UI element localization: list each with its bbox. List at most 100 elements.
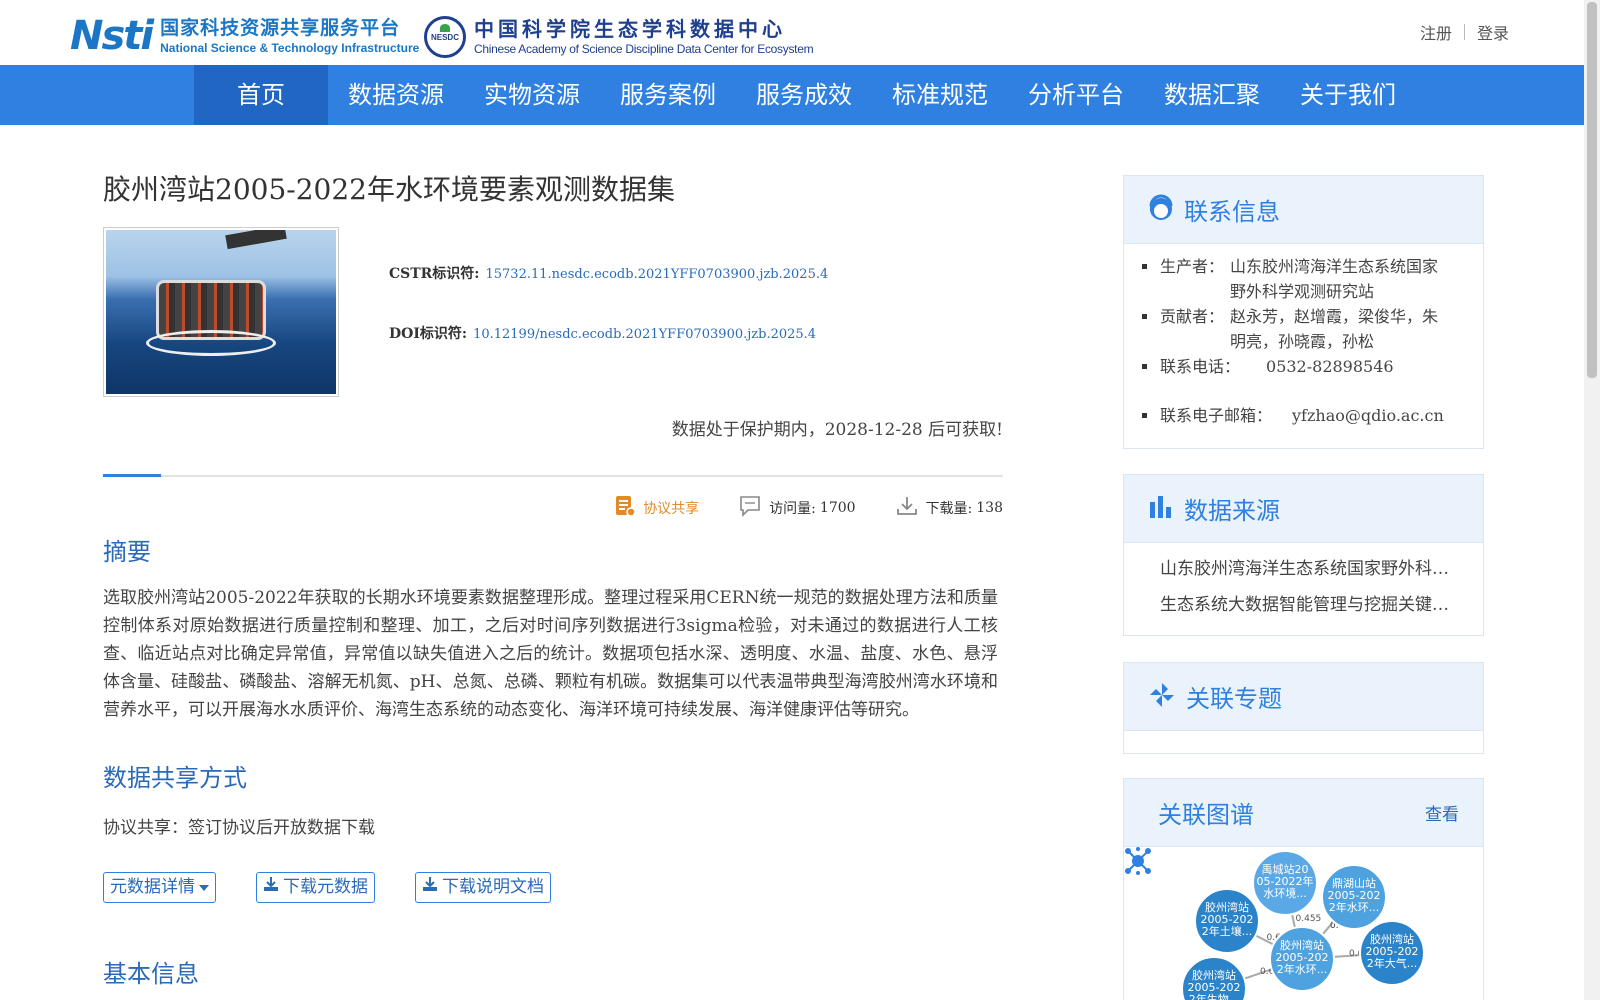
- contributor-value: 赵永芳，赵增霞，梁俊华，朱明亮，孙晓霞，孙松: [1230, 307, 1439, 351]
- source-card-title: 数据来源: [1184, 497, 1280, 525]
- nav-item[interactable]: 数据汇聚: [1144, 65, 1280, 125]
- graph-node-label: 05-2022年: [1257, 874, 1314, 888]
- email-value[interactable]: yfzhao@qdio.ac.cn: [1292, 403, 1444, 428]
- topic-card: 关联专题: [1123, 662, 1484, 754]
- sharing-text: 协议共享：签订协议后开放数据下载: [103, 818, 375, 838]
- main-content: 胶州湾站2005-2022年水环境要素观测数据集 CSTR标识符: 15732.…: [103, 170, 1003, 988]
- graph-node-label: 2年水环...: [1329, 900, 1380, 914]
- metadata-detail-button[interactable]: 元数据详情: [103, 872, 216, 903]
- producer-value: 山东胶州湾海洋生态系统国家野外科学观测研究站: [1230, 257, 1439, 301]
- contact-producer: 生产者： 山东胶州湾海洋生态系统国家野外科学观测研究站: [1142, 254, 1483, 304]
- nav-list: 首页 数据资源 实物资源 服务案例 服务成效 标准规范 分析平台 数据汇聚 关于我们: [194, 65, 1416, 125]
- contact-list: 生产者： 山东胶州湾海洋生态系统国家野外科学观测研究站 贡献者： 赵永芳，赵增霞…: [1124, 244, 1483, 428]
- contact-card-title: 联系信息: [1184, 198, 1280, 226]
- nav-item[interactable]: 实物资源: [464, 65, 600, 125]
- tab-active-indicator: [103, 474, 161, 477]
- graph-node-label: 胶州湾站: [1370, 932, 1414, 946]
- identifiers: CSTR标识符: 15732.11.nesdc.ecodb.2021YFF070…: [389, 263, 828, 383]
- doi-link[interactable]: 10.12199/nesdc.ecodb.2021YFF0703900.jzb.…: [473, 327, 816, 342]
- protection-notice: 数据处于保护期内，2028-12-28 后可获取!: [671, 420, 1003, 440]
- nesdc-logo-en: Chinese Academy of Science Discipline Da…: [474, 42, 814, 56]
- top-header: Nsti 国家科技资源共享服务平台 National Science & Tec…: [0, 0, 1584, 65]
- auth-links: 注册 登录: [1420, 20, 1509, 44]
- nsti-logo-cn: 国家科技资源共享服务平台: [160, 17, 401, 39]
- contact-card-header: 联系信息: [1124, 176, 1483, 244]
- tab-divider: [103, 474, 1003, 477]
- sharing-heading: 数据共享方式: [103, 764, 247, 792]
- stats-bar: 协议共享 访问量: 1700 下载量: 138: [103, 495, 1003, 521]
- download-count: 下载量: 138: [896, 495, 1003, 521]
- abstract-text: 选取胶州湾站2005-2022年获取的长期水环境要素数据整理形成。整理过程采用C…: [103, 588, 998, 720]
- nav-item[interactable]: 服务案例: [600, 65, 736, 125]
- graph-node-label: 2年土壤...: [1202, 924, 1253, 938]
- source-list: 山东胶州湾海洋生态系统国家野外科学观测研究站 生态系统大数据智能管理与挖掘关键技…: [1124, 543, 1483, 623]
- comment-icon: [739, 495, 761, 521]
- source-item[interactable]: 生态系统大数据智能管理与挖掘关键技术: [1160, 587, 1460, 623]
- pinwheel-icon: [1148, 681, 1176, 713]
- relation-graph[interactable]: 0.4550.4500.6630.6070.6420.455禹城站2005-20…: [1124, 847, 1485, 1000]
- graph-card: 关联图谱 查看 0.4550.4500.6630.6070.6420.455禹城…: [1123, 778, 1484, 1000]
- graph-view-link[interactable]: 查看: [1425, 800, 1459, 825]
- nav-item[interactable]: 关于我们: [1280, 65, 1416, 125]
- downloads-value: 138: [976, 500, 1003, 516]
- share-mode[interactable]: 协议共享: [615, 495, 699, 521]
- login-link[interactable]: 登录: [1477, 20, 1509, 44]
- visit-count: 访问量: 1700: [739, 495, 856, 521]
- nav-item[interactable]: 首页: [194, 65, 328, 125]
- scrollbar-thumb[interactable]: [1587, 2, 1597, 378]
- service-agent-icon: [1148, 194, 1174, 226]
- visits-value: 1700: [819, 500, 856, 516]
- graph-node-label: 禹城站20: [1262, 862, 1309, 876]
- producer-label: 生产者：: [1160, 257, 1225, 276]
- share-mode-label: 协议共享: [643, 501, 700, 517]
- nesdc-badge-icon: NESDC: [424, 16, 466, 58]
- download-icon: [422, 873, 438, 902]
- basic-info-heading: 基本信息: [103, 960, 199, 988]
- source-item[interactable]: 山东胶州湾海洋生态系统国家野外科学观测研究站: [1160, 551, 1460, 587]
- nesdc-logo[interactable]: NESDC 中国科学院生态学科数据中心 Chinese Academy of S…: [424, 16, 814, 58]
- graph-node-label: 胶州湾站: [1192, 968, 1236, 982]
- source-card: 数据来源 山东胶州湾海洋生态系统国家野外科学观测研究站 生态系统大数据智能管理与…: [1123, 474, 1484, 636]
- main-nav: 首页 数据资源 实物资源 服务案例 服务成效 标准规范 分析平台 数据汇聚 关于我们: [0, 65, 1584, 125]
- contact-card: 联系信息 生产者： 山东胶州湾海洋生态系统国家野外科学观测研究站 贡献者： 赵永…: [1123, 175, 1484, 449]
- contributor-label: 贡献者：: [1160, 307, 1225, 326]
- agreement-icon: [615, 495, 636, 521]
- graph-node-label: 胶州湾站: [1280, 938, 1324, 952]
- phone-value: 0532-82898546: [1266, 357, 1394, 376]
- download-doc-button[interactable]: 下载说明文档: [415, 872, 551, 903]
- nesdc-logo-cn: 中国科学院生态学科数据中心: [474, 17, 786, 41]
- nav-item[interactable]: 数据资源: [328, 65, 464, 125]
- cstr-row: CSTR标识符: 15732.11.nesdc.ecodb.2021YFF070…: [389, 263, 828, 283]
- topic-card-header: 关联专题: [1124, 663, 1483, 731]
- abstract-heading: 摘要: [103, 538, 151, 566]
- download-icon: [896, 495, 918, 521]
- graph-node-label: 2年水环...: [1277, 962, 1328, 976]
- download-metadata-button[interactable]: 下载元数据: [256, 872, 375, 903]
- nsti-logo-mark: Nsti: [70, 13, 154, 59]
- caret-down-icon: [199, 884, 209, 891]
- graph-node-label: 2年生物...: [1189, 992, 1240, 1000]
- doi-row: DOI标识符: 10.12199/nesdc.ecodb.2021YFF0703…: [389, 323, 828, 343]
- bar-chart-icon: [1148, 494, 1174, 524]
- dataset-thumbnail: [103, 227, 339, 397]
- email-label: 联系电子邮箱：: [1160, 406, 1273, 425]
- source-card-header: 数据来源: [1124, 475, 1483, 543]
- nav-item[interactable]: 服务成效: [736, 65, 872, 125]
- metadata-detail-label: 元数据详情: [110, 877, 195, 897]
- page-scrollbar[interactable]: [1584, 0, 1600, 1000]
- nav-item[interactable]: 标准规范: [872, 65, 1008, 125]
- graph-card-title: 关联图谱: [1158, 801, 1254, 829]
- phone-label: 联系电话：: [1160, 357, 1241, 376]
- download-doc-label: 下载说明文档: [442, 877, 544, 897]
- page-title: 胶州湾站2005-2022年水环境要素观测数据集: [103, 173, 675, 206]
- graph-node-label: 胶州湾站: [1205, 900, 1249, 914]
- nav-item[interactable]: 分析平台: [1008, 65, 1144, 125]
- nsti-logo[interactable]: Nsti 国家科技资源共享服务平台 National Science & Tec…: [70, 16, 419, 56]
- cstr-link[interactable]: 15732.11.nesdc.ecodb.2021YFF0703900.jzb.…: [485, 267, 828, 282]
- download-metadata-label: 下载元数据: [283, 877, 368, 897]
- register-link[interactable]: 注册: [1420, 20, 1452, 44]
- dataset-image: [106, 230, 336, 394]
- visits-label: 访问量:: [769, 501, 816, 517]
- download-icon: [263, 873, 279, 902]
- nsti-logo-en: National Science & Technology Infrastruc…: [160, 41, 420, 55]
